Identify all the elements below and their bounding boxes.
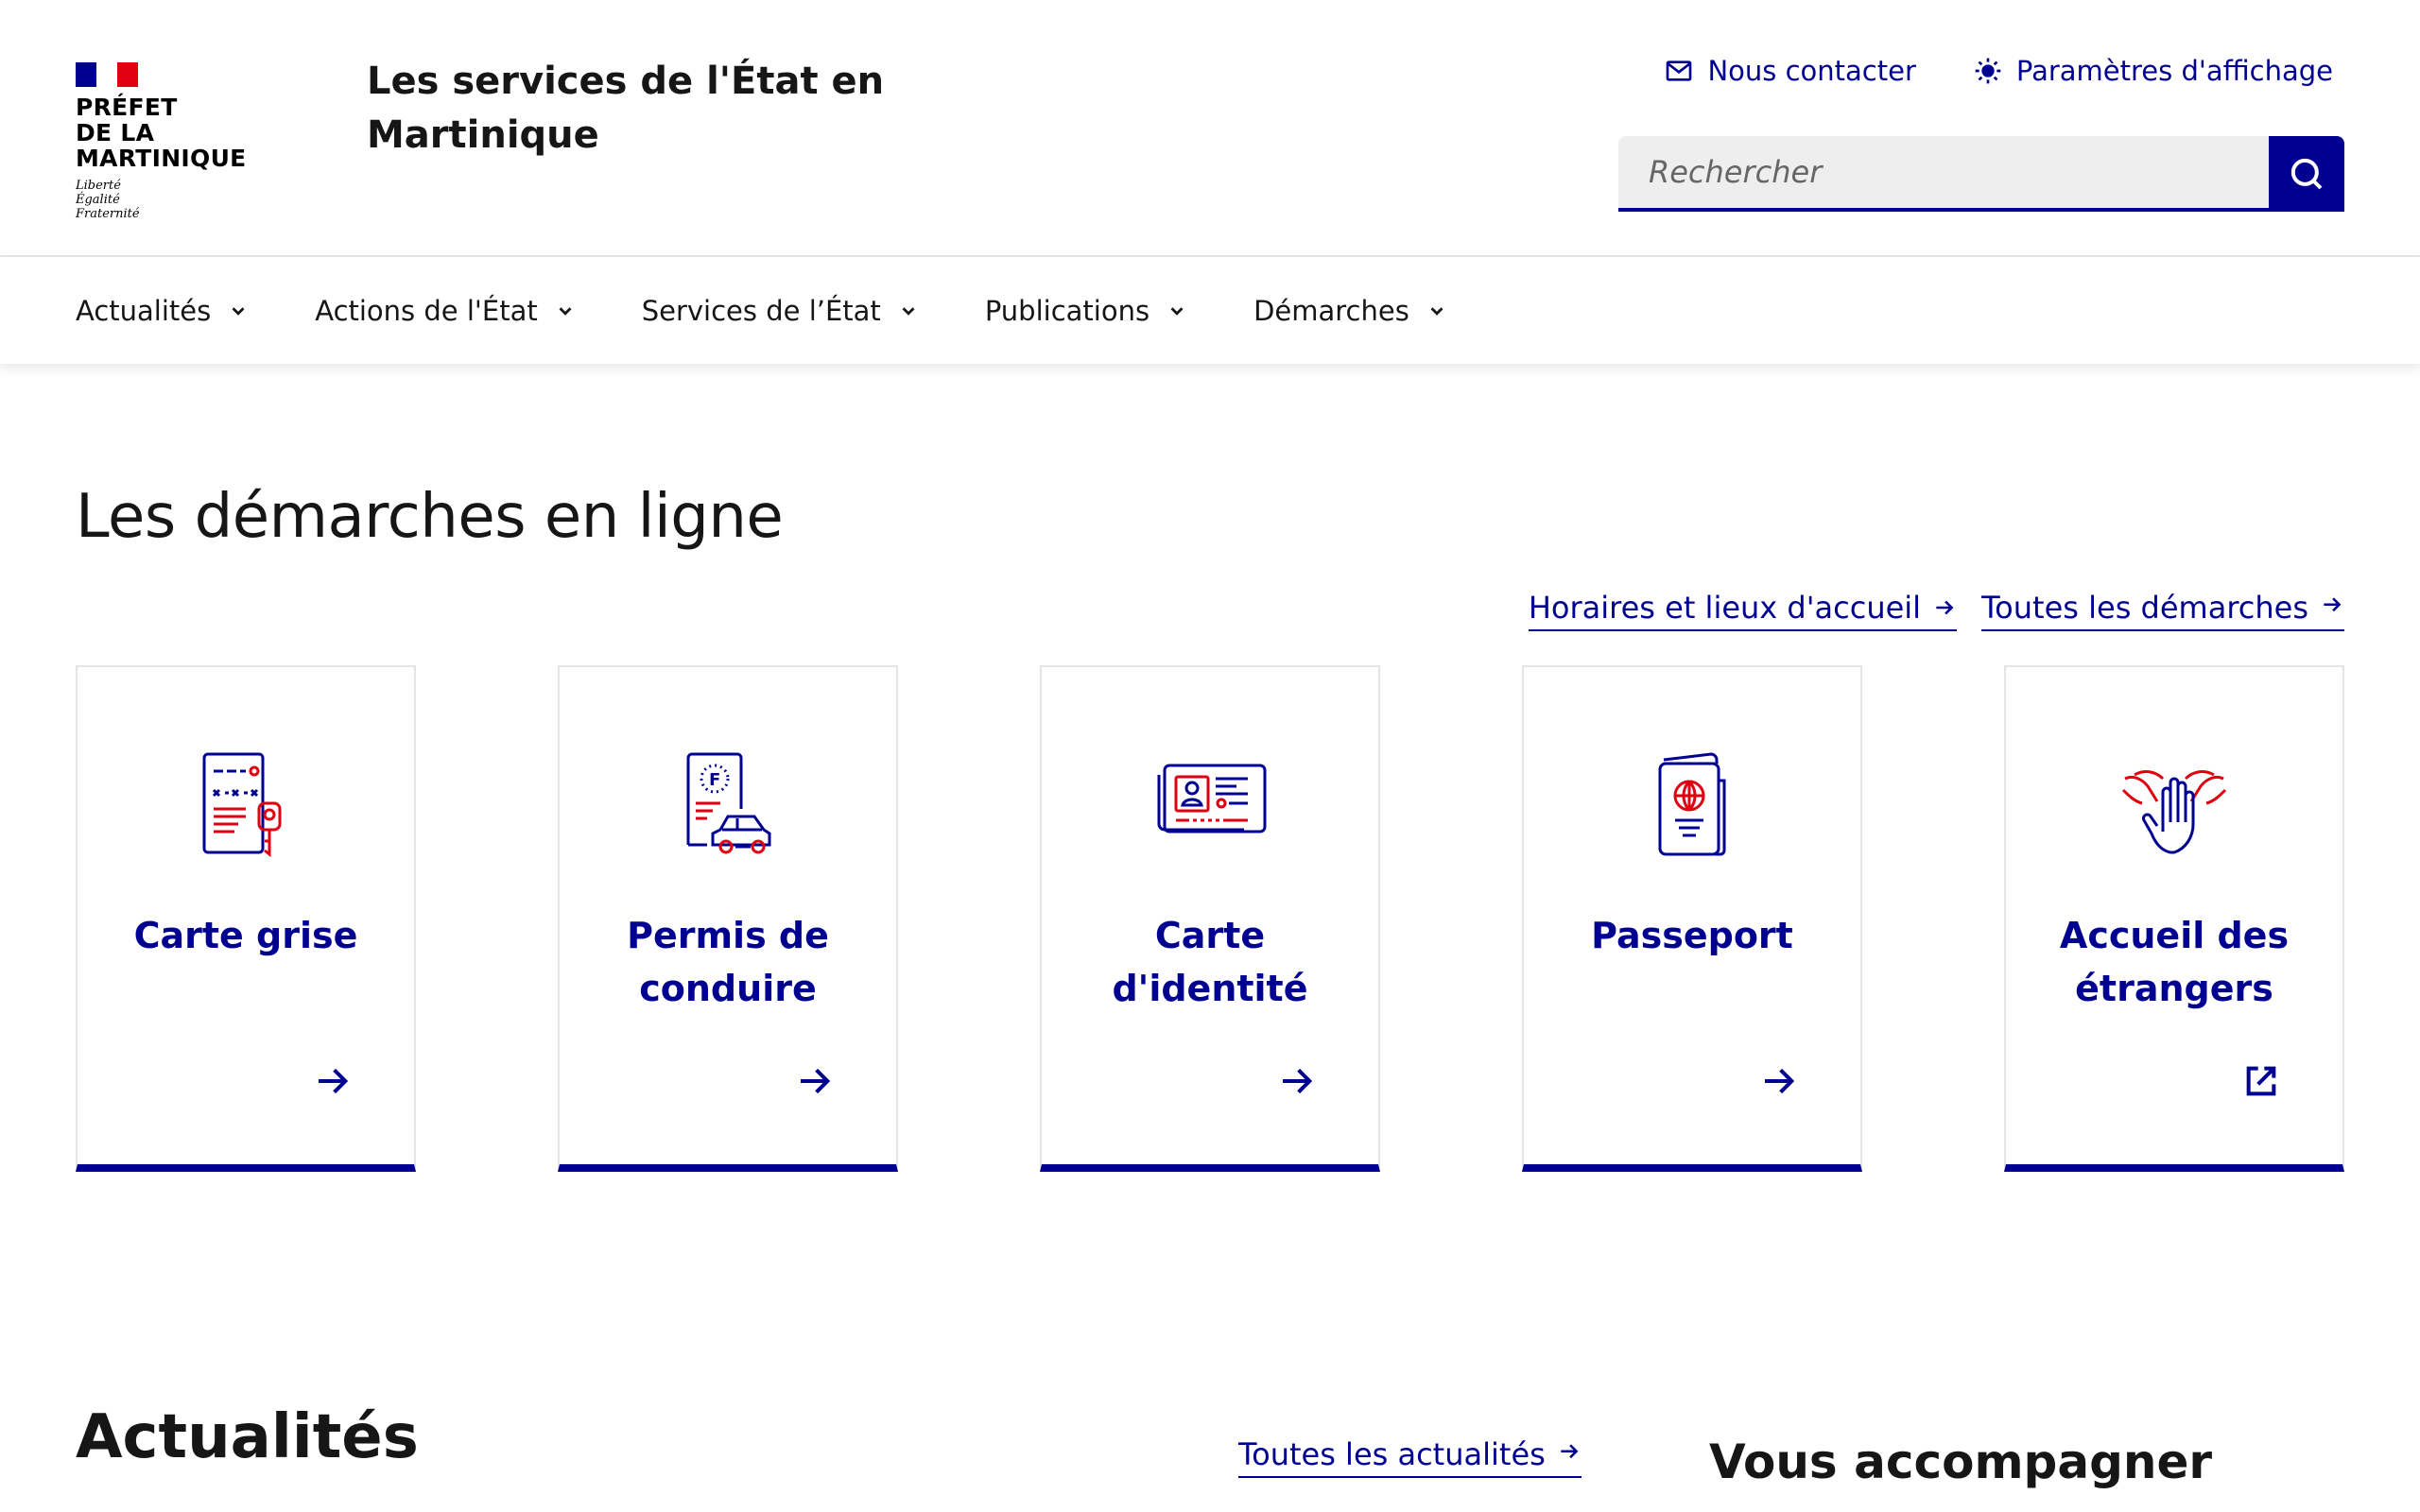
nav-item-services[interactable]: Services de l’État — [642, 295, 919, 327]
card-permis-de-conduire[interactable]: F Permis de conduire — [558, 665, 898, 1172]
card-accueil-etrangers[interactable]: Accueil des étrangers — [2004, 665, 2344, 1172]
demarches-links: Horaires et lieux d'accueil Toutes les d… — [1528, 590, 2344, 631]
motto-egalite: Égalité — [76, 193, 120, 207]
horaires-link[interactable]: Horaires et lieux d'accueil — [1528, 590, 1958, 631]
card-title: Permis de conduire — [627, 915, 829, 1009]
display-settings-label: Paramètres d'affichage — [2015, 55, 2333, 87]
prefecture-logo[interactable]: PRÉFET DE LA MARTINIQUE Liberté Égalité … — [76, 62, 312, 221]
search-button[interactable] — [2269, 136, 2344, 212]
card-passeport[interactable]: Passeport — [1522, 665, 1862, 1172]
marianne-flag-icon — [76, 62, 138, 87]
header-tools: Nous contacter Paramètres d'affichage — [1664, 55, 2333, 87]
search-icon — [2290, 158, 2323, 190]
sun-icon — [1975, 58, 2001, 84]
site-title[interactable]: Les services de l'État en Martinique — [367, 55, 896, 163]
arrow-right-icon — [1765, 1068, 1795, 1094]
nav-item-actions[interactable]: Actions de l'État — [315, 295, 575, 327]
toutes-demarches-label: Toutes les démarches — [1981, 590, 2308, 626]
display-settings-link[interactable]: Paramètres d'affichage — [1973, 55, 2333, 87]
arrow-up-right-icon — [2324, 597, 2342, 612]
card-title: Passeport — [1591, 915, 1793, 956]
contact-label: Nous contacter — [1707, 55, 1916, 87]
id-card-icon — [1157, 764, 1267, 833]
card-carte-grise[interactable]: Carte grise — [76, 665, 416, 1172]
motto-liberte: Liberté — [76, 179, 121, 193]
arrow-up-right-icon — [1561, 1444, 1579, 1459]
nav-item-label: Démarches — [1253, 295, 1409, 327]
demarches-section-title: Les démarches en ligne — [76, 482, 784, 552]
nav-item-label: Actions de l'État — [315, 295, 538, 327]
nav-item-actualites[interactable]: Actualités — [76, 295, 249, 327]
toutes-actualites-label: Toutes les actualités — [1238, 1436, 1546, 1472]
welcome-hands-icon — [2121, 770, 2227, 854]
nav-item-demarches[interactable]: Démarches — [1253, 295, 1447, 327]
driving-license-icon: F — [686, 752, 771, 854]
motto-fraternite: Fraternité — [76, 207, 140, 221]
chevron-down-icon — [1170, 307, 1184, 316]
arrow-right-icon — [1936, 600, 1954, 615]
card-title: Accueil des étrangers — [2059, 915, 2290, 1009]
external-link-icon — [2246, 1066, 2276, 1096]
arrow-right-icon — [801, 1068, 831, 1094]
site-header: PRÉFET DE LA MARTINIQUE Liberté Égalité … — [0, 0, 2420, 257]
republic-motto: Liberté Égalité Fraternité — [76, 179, 312, 221]
search-input[interactable] — [1618, 136, 2269, 212]
chevron-down-icon — [232, 307, 245, 316]
arrow-right-icon — [1283, 1068, 1313, 1094]
logo-line-2: DE LA MARTINIQUE — [76, 119, 247, 172]
svg-text:F: F — [709, 770, 720, 790]
nav-item-label: Actualités — [76, 295, 212, 327]
vehicle-registration-icon — [202, 752, 282, 858]
chevron-down-icon — [1430, 307, 1443, 316]
chevron-down-icon — [902, 307, 915, 316]
logo-line-1: PRÉFET — [76, 94, 178, 121]
card-carte-identite[interactable]: Carte d'identité — [1040, 665, 1380, 1172]
mail-icon — [1667, 60, 1692, 81]
toutes-demarches-link[interactable]: Toutes les démarches — [1981, 590, 2344, 631]
card-title: Carte grise — [133, 915, 358, 956]
horaires-link-label: Horaires et lieux d'accueil — [1528, 590, 1922, 626]
toutes-actualites-link[interactable]: Toutes les actualités — [1238, 1436, 1582, 1478]
main-navigation: Actualités Actions de l'État Services de… — [0, 258, 2420, 364]
card-title: Carte d'identité — [1112, 915, 1308, 1009]
nav-item-label: Publications — [984, 295, 1150, 327]
nav-item-label: Services de l’État — [641, 295, 881, 327]
demarches-cards: Carte grise F Permis de conduire Carte d… — [76, 665, 2344, 1172]
passport-icon — [1658, 752, 1726, 856]
logo-title: PRÉFET DE LA MARTINIQUE — [76, 94, 312, 171]
actualites-section-title: Actualités — [76, 1402, 419, 1472]
arrow-right-icon — [319, 1068, 349, 1094]
search-bar — [1618, 136, 2344, 212]
chevron-down-icon — [559, 307, 572, 316]
contact-link[interactable]: Nous contacter — [1664, 55, 1916, 87]
vous-accompagner-title: Vous accompagner — [1709, 1435, 2213, 1489]
nav-item-publications[interactable]: Publications — [985, 295, 1187, 327]
